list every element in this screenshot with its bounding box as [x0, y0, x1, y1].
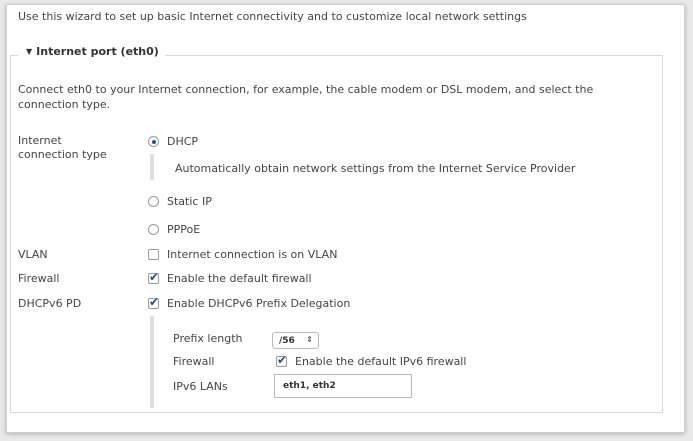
radio-static-ip[interactable]: Static IP [148, 195, 212, 208]
radio-icon[interactable] [148, 196, 159, 207]
vlan-label: VLAN [18, 248, 48, 261]
indent-bar [150, 316, 154, 408]
ipv6-lans-input[interactable] [274, 374, 412, 398]
wizard-intro-text: Use this wizard to set up basic Internet… [18, 10, 527, 23]
checkbox-checked-icon[interactable] [276, 353, 287, 367]
ipv6-lans-label: IPv6 LANs [173, 380, 228, 393]
prefix-length-label: Prefix length [173, 332, 243, 345]
vlan-checkbox[interactable]: Internet connection is on VLAN [148, 248, 337, 261]
checkbox-icon[interactable] [148, 249, 159, 260]
ipv6-firewall-label: Firewall [173, 355, 215, 368]
updown-caret-icon: ⇕ [306, 335, 313, 344]
section-description: Connect eth0 to your Internet connection… [18, 83, 594, 111]
connection-type-label: Internet connection type [18, 134, 107, 161]
checkbox-checked-icon[interactable] [148, 295, 159, 309]
firewall-label: Firewall [18, 272, 60, 285]
chevron-down-icon: ▼ [26, 47, 33, 56]
indent-bar [150, 154, 154, 180]
dhcp-hint: Automatically obtain network settings fr… [175, 162, 576, 175]
radio-icon[interactable] [148, 224, 159, 235]
ipv6-firewall-checkbox[interactable]: Enable the default IPv6 firewall [276, 353, 466, 368]
radio-dhcp[interactable]: DHCP [148, 135, 198, 148]
prefix-length-select[interactable]: /56 ⇕ [272, 332, 319, 349]
section-title: Internet port (eth0) [36, 45, 159, 58]
section-toggle[interactable]: ▼ Internet port (eth0) [18, 45, 165, 58]
radio-pppoe[interactable]: PPPoE [148, 223, 200, 236]
checkbox-checked-icon[interactable] [148, 270, 159, 284]
firewall-checkbox[interactable]: Enable the default firewall [148, 270, 312, 285]
dhcpv6pd-label: DHCPv6 PD [18, 297, 82, 310]
radio-selected-icon[interactable] [148, 136, 159, 147]
dhcpv6pd-checkbox[interactable]: Enable DHCPv6 Prefix Delegation [148, 295, 350, 310]
